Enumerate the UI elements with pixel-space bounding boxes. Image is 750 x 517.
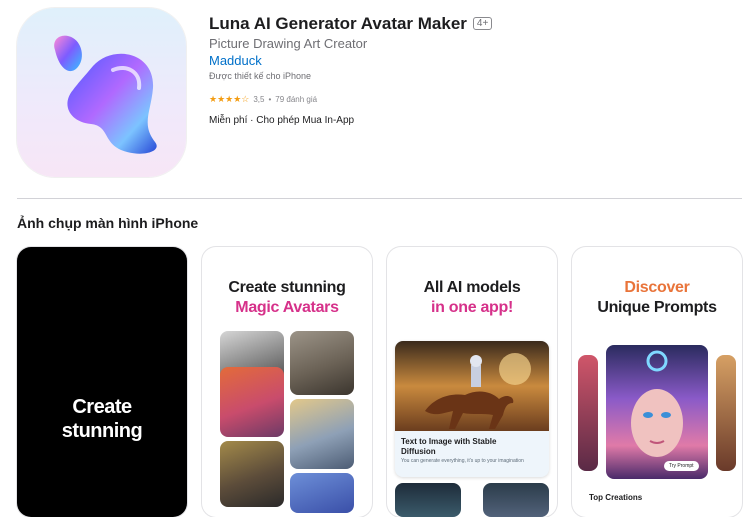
- avatar-tile: [290, 399, 354, 469]
- prompt-side-card: [578, 355, 598, 471]
- screenshot-4-line1: Discover: [624, 279, 690, 296]
- app-subtitle: Picture Drawing Art Creator: [209, 36, 368, 51]
- screenshot-1[interactable]: Create stunning: [17, 247, 187, 517]
- app-title: Luna AI Generator Avatar Maker 4+: [209, 14, 493, 34]
- avatar-tile: [290, 473, 354, 513]
- feature-card-desc: You can generate everything, it's up to …: [401, 458, 524, 464]
- screenshot-3[interactable]: All AI models in one app! Text to Image …: [387, 247, 557, 517]
- screenshot-4[interactable]: Discover Unique Prompts Try Prompt Top C…: [572, 247, 742, 517]
- avatar-tile: [220, 367, 284, 437]
- screenshot-3-line2: in one app!: [430, 299, 514, 316]
- screenshot-3-line1: All AI models: [423, 279, 521, 296]
- screenshot-1-text: Create stunning: [17, 395, 187, 443]
- rating-row: ★★★★☆ 3,5 • 79 đánh giá: [209, 94, 317, 105]
- screenshot-1-line1: Create: [72, 396, 132, 418]
- horse-rider-image: [395, 341, 549, 431]
- prompt-face-image: [631, 350, 683, 457]
- rating-stars-icon: ★★★★☆: [209, 94, 250, 104]
- liquid-blob-icon: [54, 35, 157, 154]
- rating-value: 3,5: [253, 95, 265, 104]
- section-title: Ảnh chụp màn hình iPhone: [17, 215, 199, 231]
- developer-link[interactable]: Madduck: [209, 53, 262, 68]
- screenshot-4-line2: Unique Prompts: [597, 299, 717, 316]
- rating-count: 79 đánh giá: [275, 95, 318, 104]
- screenshot-2[interactable]: Create stunning Magic Avatars: [202, 247, 372, 517]
- rating-separator: •: [268, 95, 272, 104]
- preview-tile: [483, 483, 549, 517]
- try-prompt-button[interactable]: Try Prompt: [664, 461, 699, 471]
- age-rating-badge: 4+: [472, 17, 493, 30]
- feature-card: Text to Image with Stable Diffusion You …: [395, 341, 549, 477]
- app-icon: [17, 8, 186, 177]
- preview-tile: [395, 483, 461, 517]
- screenshot-2-line1: Create stunning: [228, 279, 346, 296]
- top-creations-label: Top Creations: [589, 493, 643, 502]
- feature-card-title: Text to Image with Stable Diffusion: [401, 437, 497, 456]
- screenshot-1-line2: stunning: [61, 420, 143, 442]
- avatar-tile: [220, 441, 284, 507]
- designed-for-label: Được thiết kế cho iPhone: [209, 71, 311, 81]
- price-label: Miễn phí · Cho phép Mua In-App: [209, 115, 355, 126]
- screenshot-2-line2: Magic Avatars: [235, 299, 339, 316]
- avatar-tile: [290, 331, 354, 395]
- prompt-side-card: [716, 355, 736, 471]
- prompt-card: [606, 345, 708, 479]
- app-title-text: Luna AI Generator Avatar Maker: [209, 14, 467, 33]
- divider: [17, 198, 742, 199]
